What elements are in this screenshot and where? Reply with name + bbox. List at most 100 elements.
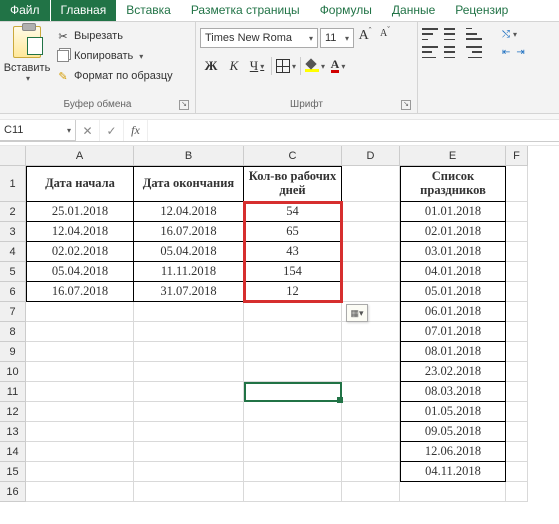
tab-data[interactable]: Данные [382, 0, 445, 21]
cell[interactable] [134, 382, 244, 402]
tab-review[interactable]: Рецензир [445, 0, 518, 21]
cell[interactable] [342, 362, 400, 382]
cell[interactable] [506, 282, 528, 302]
cell[interactable] [26, 402, 134, 422]
copy-button[interactable]: Копировать ▾ [54, 48, 175, 64]
cell[interactable] [26, 442, 134, 462]
cell[interactable]: Дата начала [26, 166, 134, 202]
cell[interactable] [342, 442, 400, 462]
row-header[interactable]: 14 [0, 442, 26, 462]
cell[interactable] [506, 322, 528, 342]
cell[interactable]: 65 [244, 222, 342, 242]
cell[interactable]: 11.11.2018 [134, 262, 244, 282]
cell[interactable] [342, 202, 400, 222]
select-all-corner[interactable] [0, 146, 26, 166]
cell[interactable]: 01.05.2018 [400, 402, 506, 422]
align-left-button[interactable] [422, 46, 438, 58]
cell[interactable] [506, 482, 528, 502]
cell[interactable]: 04.11.2018 [400, 462, 506, 482]
cell[interactable] [506, 462, 528, 482]
col-header[interactable]: A [26, 146, 134, 166]
cell[interactable]: 07.01.2018 [400, 322, 506, 342]
increase-indent-button[interactable]: ⇥ [516, 46, 524, 58]
cell[interactable] [26, 362, 134, 382]
cell[interactable] [134, 422, 244, 442]
cell[interactable] [134, 462, 244, 482]
tab-insert[interactable]: Вставка [116, 0, 181, 21]
cell[interactable] [342, 262, 400, 282]
cell[interactable]: 08.03.2018 [400, 382, 506, 402]
cell[interactable] [342, 482, 400, 502]
cell[interactable] [134, 362, 244, 382]
cell[interactable] [26, 462, 134, 482]
row-header[interactable]: 8 [0, 322, 26, 342]
borders-button[interactable]: ▾ [275, 56, 297, 76]
cell[interactable] [26, 302, 134, 322]
tab-formulas[interactable]: Формулы [310, 0, 382, 21]
name-box[interactable]: C11 ▾ [0, 120, 76, 141]
cell[interactable] [342, 382, 400, 402]
format-painter-button[interactable]: ✎ Формат по образцу [54, 68, 175, 84]
cell[interactable] [506, 242, 528, 262]
row-header[interactable]: 13 [0, 422, 26, 442]
font-size-select[interactable]: 11 ▾ [320, 28, 354, 48]
align-middle-button[interactable] [444, 28, 460, 40]
cell[interactable] [134, 442, 244, 462]
cell[interactable]: 05.04.2018 [134, 242, 244, 262]
cell[interactable]: 31.07.2018 [134, 282, 244, 302]
row-header[interactable]: 3 [0, 222, 26, 242]
cell[interactable] [244, 442, 342, 462]
paste-options-button[interactable]: ▦▾ [346, 304, 368, 322]
cut-button[interactable]: ✂ Вырезать [54, 28, 175, 44]
cell[interactable] [342, 242, 400, 262]
cell[interactable]: Кол-во рабочих дней [244, 166, 342, 202]
cell[interactable] [400, 482, 506, 502]
row-header[interactable]: 5 [0, 262, 26, 282]
cell[interactable]: 12.04.2018 [134, 202, 244, 222]
cell[interactable]: 05.04.2018 [26, 262, 134, 282]
cell[interactable] [134, 402, 244, 422]
cell[interactable]: 09.05.2018 [400, 422, 506, 442]
increase-font-button[interactable]: Aˆ [356, 28, 374, 48]
dialog-launcher-icon[interactable]: ↘ [401, 100, 411, 110]
cell[interactable] [506, 382, 528, 402]
cell[interactable] [244, 482, 342, 502]
cell[interactable]: 03.01.2018 [400, 242, 506, 262]
cell[interactable] [506, 402, 528, 422]
cell[interactable] [244, 382, 342, 402]
cell[interactable] [342, 282, 400, 302]
cell[interactable] [244, 462, 342, 482]
cell[interactable] [506, 362, 528, 382]
cell[interactable] [506, 342, 528, 362]
cell[interactable] [342, 322, 400, 342]
cell[interactable]: 05.01.2018 [400, 282, 506, 302]
tab-file[interactable]: Файл [0, 0, 51, 21]
cell[interactable]: Список праздников [400, 166, 506, 202]
cell[interactable] [342, 402, 400, 422]
cell[interactable]: 54 [244, 202, 342, 222]
cell[interactable] [26, 482, 134, 502]
cell[interactable]: 16.07.2018 [26, 282, 134, 302]
row-header[interactable]: 4 [0, 242, 26, 262]
cell[interactable] [244, 362, 342, 382]
cell[interactable] [342, 222, 400, 242]
cell[interactable] [134, 322, 244, 342]
align-right-button[interactable] [466, 46, 482, 58]
cell[interactable] [244, 302, 342, 322]
cell[interactable]: 12.04.2018 [26, 222, 134, 242]
font-name-select[interactable]: Times New Roma ▾ [200, 28, 318, 48]
cell[interactable] [506, 202, 528, 222]
cell[interactable]: 154 [244, 262, 342, 282]
cell[interactable]: 02.01.2018 [400, 222, 506, 242]
cancel-formula-button[interactable]: ✕ [76, 120, 100, 141]
cell[interactable]: Дата окончания [134, 166, 244, 202]
cell[interactable] [26, 382, 134, 402]
align-bottom-button[interactable] [466, 28, 482, 40]
cell[interactable] [506, 222, 528, 242]
orientation-button[interactable]: ⤭▾ [502, 28, 517, 40]
font-color-button[interactable]: A▾ [327, 56, 349, 76]
cell[interactable] [244, 322, 342, 342]
cell[interactable]: 02.02.2018 [26, 242, 134, 262]
cell[interactable] [342, 166, 400, 202]
cell[interactable] [26, 422, 134, 442]
